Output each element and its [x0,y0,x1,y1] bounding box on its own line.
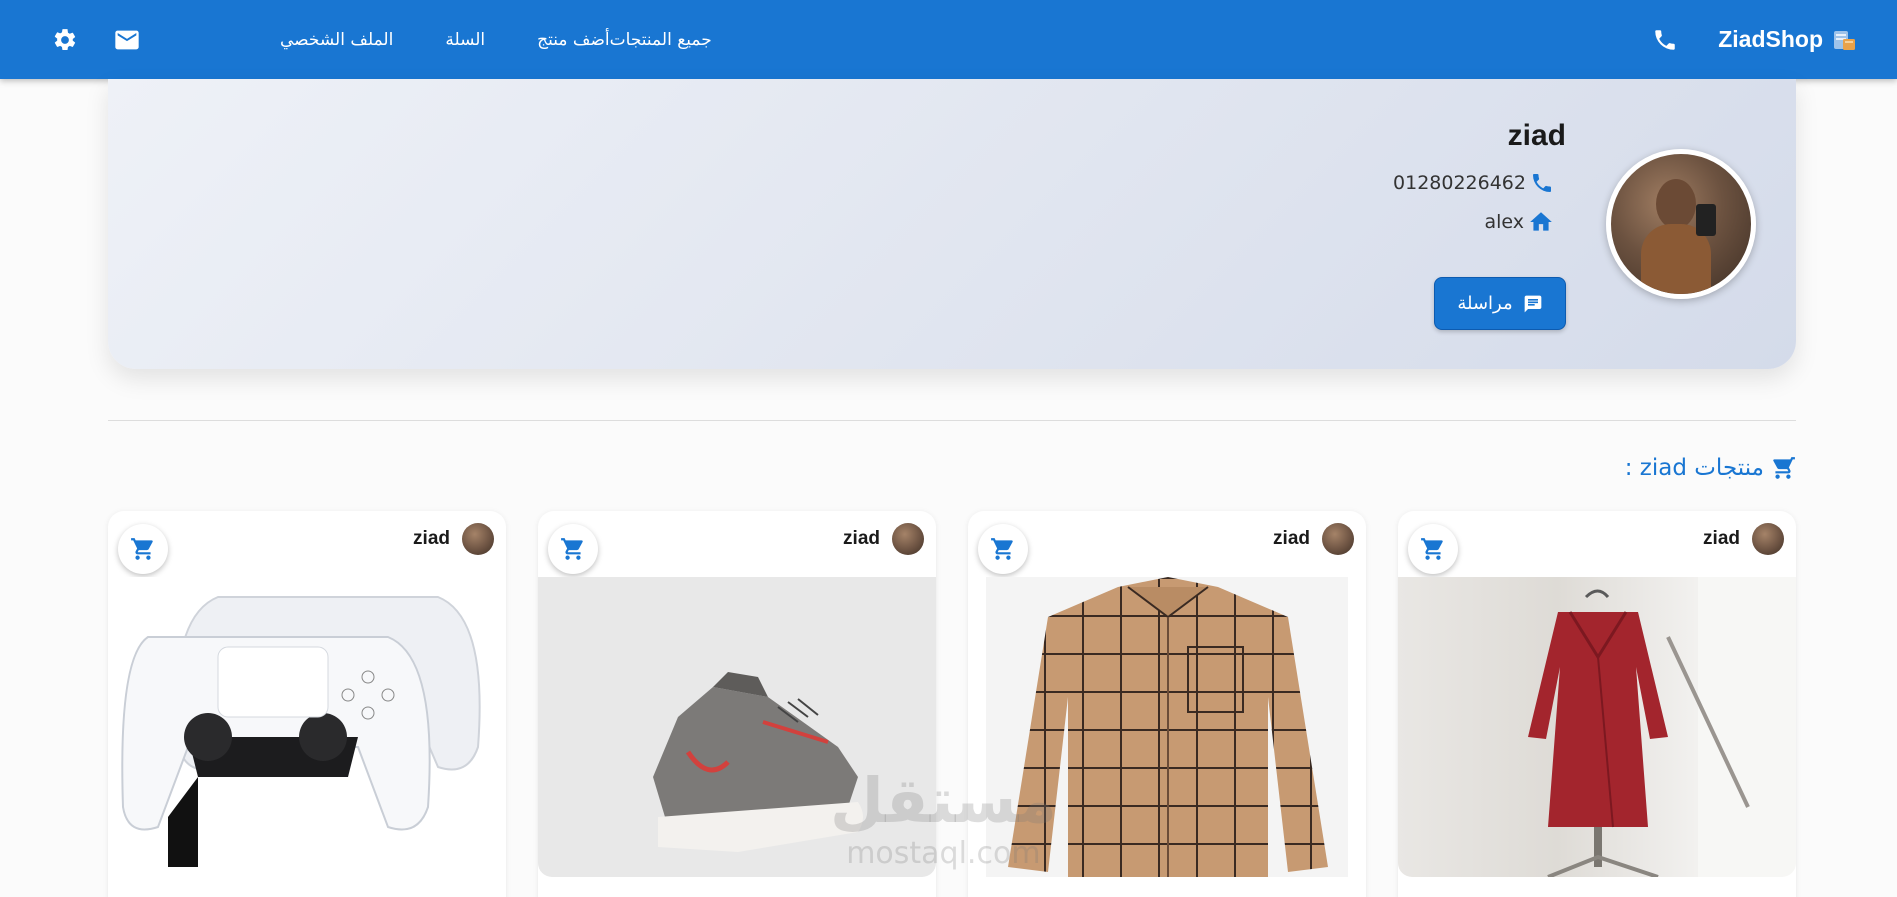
product-card-header: ziad [538,511,936,577]
seller-name: ziad [1273,528,1310,549]
nav-links: جميع المنتجات أضف منتج السلة الملف الشخص… [228,30,712,50]
product-seller[interactable]: ziad [413,523,494,555]
seller-avatar [462,523,494,555]
product-card[interactable]: ziad [538,511,936,897]
section-title: منتجات ziad : [1625,455,1796,481]
profile-card: ziad 01280226462 alex مراسلة [108,79,1796,369]
cart-icon [1421,538,1443,560]
product-image-dress[interactable] [1398,577,1796,877]
cart-icon [131,538,153,560]
cart-icon [991,538,1013,560]
product-card[interactable]: ziad [108,511,506,897]
seller-avatar [1322,523,1354,555]
profile-address: alex [1484,211,1524,233]
message-button-label: مراسلة [1457,293,1513,314]
shop-logo-icon [1834,30,1855,50]
product-card-header: ziad [108,511,506,577]
product-card-header: ziad [1398,511,1796,577]
controllers-illustration [121,596,481,867]
shirt-illustration [986,577,1348,877]
brand[interactable]: ZiadShop [1718,26,1857,53]
add-to-cart-button[interactable] [118,524,168,574]
product-card[interactable]: ziad [1398,511,1796,897]
divider [108,420,1796,421]
navbar: جميع المنتجات أضف منتج السلة الملف الشخص… [0,0,1897,79]
seller-name: ziad [843,528,880,549]
settings-button[interactable] [50,25,80,55]
product-image-sneaker[interactable] [538,577,936,877]
nav-link-profile[interactable]: الملف الشخصي [280,30,393,50]
brand-name: ZiadShop [1718,26,1823,52]
call-button[interactable] [1650,25,1680,55]
dress-illustration [1528,577,1796,877]
chat-icon [1524,295,1541,312]
product-seller[interactable]: ziad [843,523,924,555]
gear-icon [54,28,76,50]
nav-link-cart[interactable]: السلة [445,30,485,50]
nav-right-group: ZiadShop [1650,25,1857,55]
section-title-text: منتجات ziad : [1624,455,1764,481]
seller-avatar [892,523,924,555]
nav-link-all-products[interactable]: جميع المنتجات [610,30,712,50]
product-seller[interactable]: ziad [1273,523,1354,555]
product-image-controllers[interactable] [108,577,506,877]
product-card[interactable]: ziad [968,511,1366,897]
profile-address-row: alex [1393,209,1554,235]
product-image-shirt[interactable] [968,577,1366,877]
profile-name: ziad [1507,119,1566,152]
cart-icon [561,538,583,560]
profile-info: ziad 01280226462 alex [1393,119,1566,235]
message-button[interactable]: مراسلة [1434,277,1566,330]
profile-avatar [1606,149,1756,299]
phone-icon [1533,174,1551,192]
messages-button[interactable] [112,25,142,55]
seller-name: ziad [1703,528,1740,549]
cart-icon [1773,457,1795,479]
nav-link-add-product[interactable]: أضف منتج [537,30,610,50]
product-grid: ziad ziad ziad ziad [108,511,1796,897]
profile-phone-row: 01280226462 [1393,171,1554,195]
mail-icon [115,30,139,49]
seller-name: ziad [413,528,450,549]
phone-icon [1655,29,1675,50]
sneaker-illustration [653,672,863,852]
add-to-cart-button[interactable] [978,524,1028,574]
nav-left-group: جميع المنتجات أضف منتج السلة الملف الشخص… [50,25,712,55]
home-icon [1530,212,1552,231]
seller-avatar [1752,523,1784,555]
product-card-header: ziad [968,511,1366,577]
profile-phone: 01280226462 [1393,172,1526,194]
product-seller[interactable]: ziad [1703,523,1784,555]
add-to-cart-button[interactable] [548,524,598,574]
add-to-cart-button[interactable] [1408,524,1458,574]
